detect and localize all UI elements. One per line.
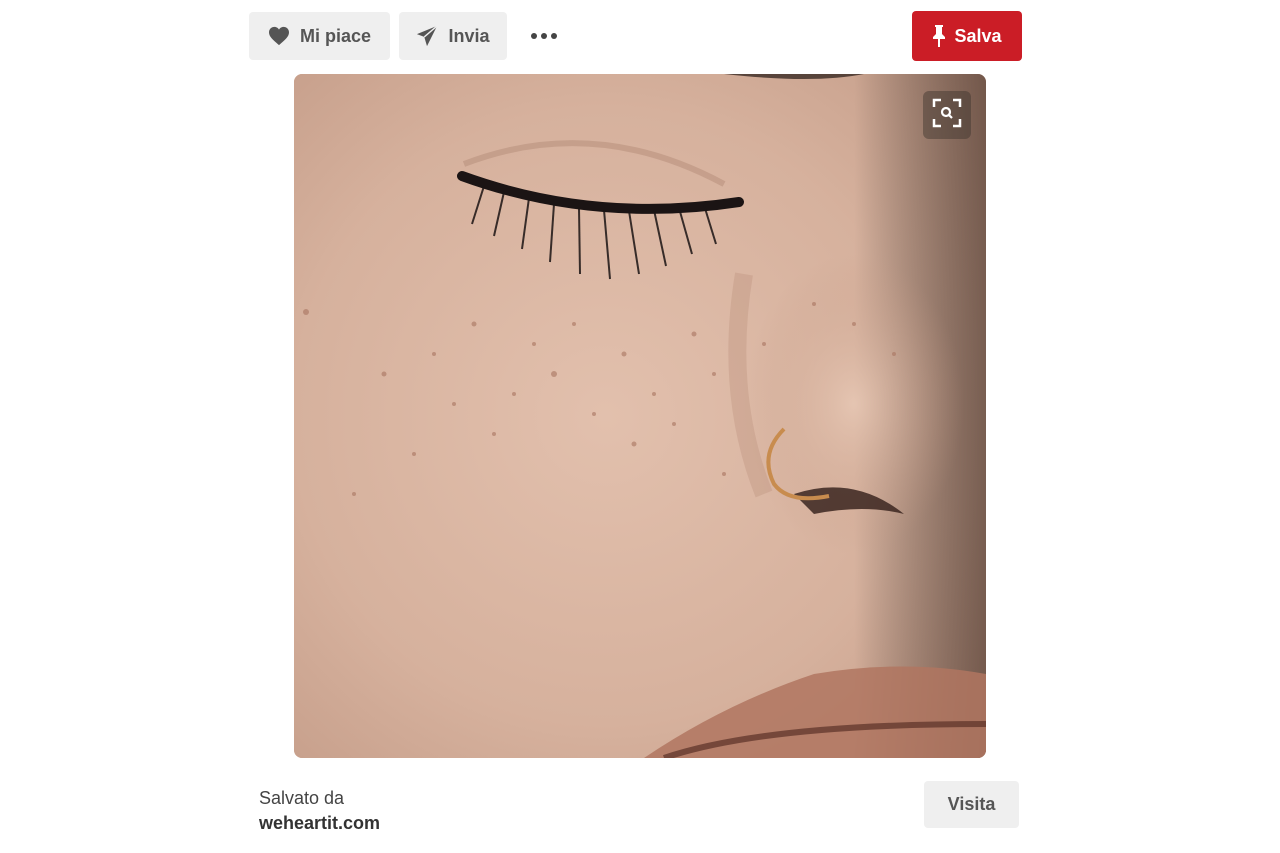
send-button-label: Invia xyxy=(448,25,490,46)
more-options-button[interactable] xyxy=(523,12,565,60)
save-button-label: Salva xyxy=(954,25,1002,46)
send-button[interactable]: Invia xyxy=(399,12,507,60)
visual-search-button[interactable] xyxy=(923,91,971,139)
save-button[interactable]: Salva xyxy=(912,11,1022,61)
heart-icon xyxy=(268,26,290,46)
visual-search-icon xyxy=(932,98,962,133)
pushpin-icon xyxy=(932,24,946,48)
visit-button[interactable]: Visita xyxy=(924,781,1019,828)
like-button-label: Mi piace xyxy=(299,25,372,46)
more-dots-icon xyxy=(529,33,559,39)
pin-image[interactable] xyxy=(294,74,986,758)
source-link[interactable]: weheartit.com xyxy=(259,811,380,835)
face-closeup-illustration xyxy=(294,74,986,758)
like-button[interactable]: Mi piace xyxy=(249,12,390,60)
visit-button-label: Visita xyxy=(947,794,996,814)
pin-closeup-page: Mi piace Invia Salva Salvato da wehearti… xyxy=(0,0,1280,853)
saved-by-label: Salvato da xyxy=(259,788,345,808)
paper-plane-icon xyxy=(416,25,439,47)
